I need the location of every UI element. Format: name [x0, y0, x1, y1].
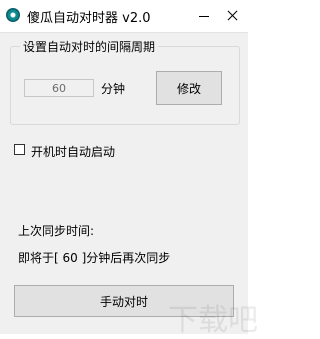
interval-groupbox: 设置自动对时的间隔周期 分钟 修改 — [10, 38, 240, 125]
autostart-checkbox[interactable] — [14, 144, 25, 155]
title-bar: 傻瓜自动对时器 v2.0 — [0, 0, 248, 33]
next-sync-label: 即将于[ 60 ]分钟后再次同步 — [18, 251, 171, 265]
manual-sync-button[interactable]: 手动对时 — [14, 285, 234, 317]
interval-unit-label: 分钟 — [101, 82, 126, 96]
minimize-icon[interactable] — [190, 0, 218, 30]
interval-input[interactable] — [24, 79, 94, 97]
main-panel: 设置自动对时的间隔周期 分钟 修改 开机时自动启动 上次同步时间: 即将于[ 6… — [0, 33, 258, 338]
close-icon[interactable] — [218, 0, 248, 30]
window-title: 傻瓜自动对时器 v2.0 — [27, 11, 151, 26]
last-sync-label: 上次同步时间: — [18, 224, 95, 238]
clock-sync-icon — [6, 8, 20, 22]
interval-group-title: 设置自动对时的间隔周期 — [20, 38, 159, 55]
modify-button[interactable]: 修改 — [156, 71, 222, 105]
autostart-label: 开机时自动启动 — [31, 145, 116, 159]
